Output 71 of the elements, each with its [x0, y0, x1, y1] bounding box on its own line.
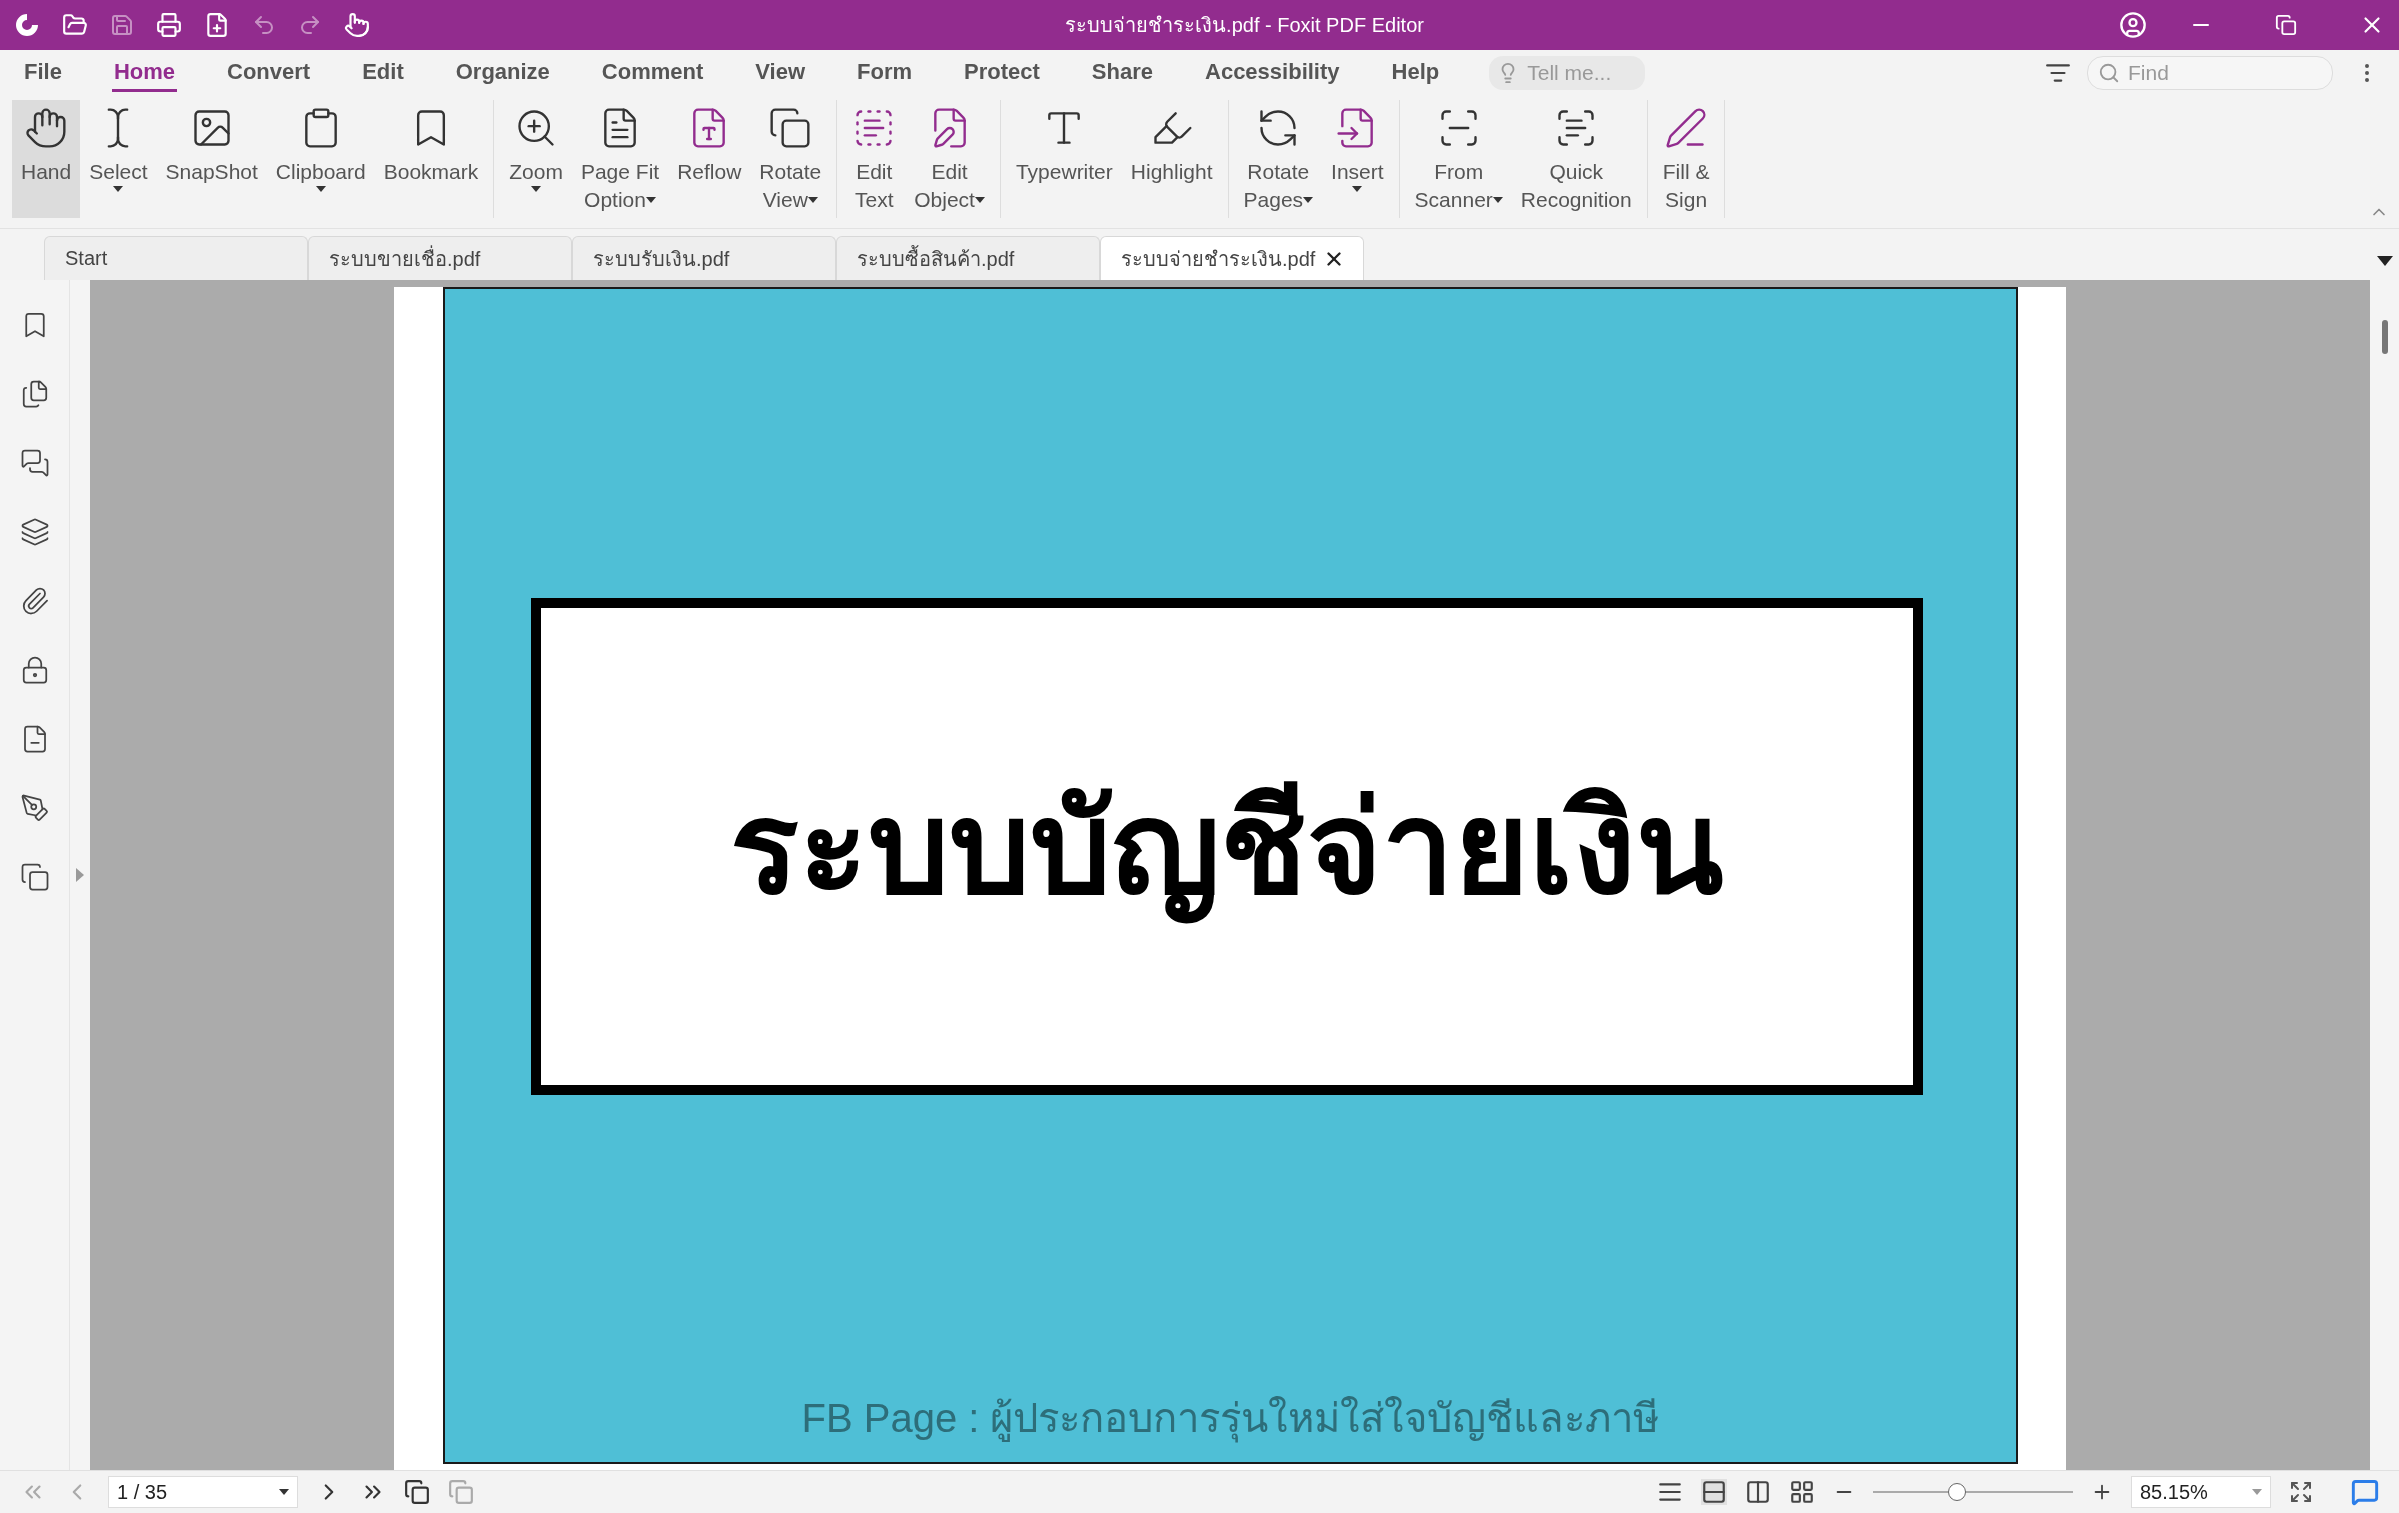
window-title: ระบบจ่ายชำระเงิน.pdf - Foxit PDF Editor — [1064, 13, 1425, 38]
document-tab[interactable]: Start — [44, 236, 308, 280]
dropdown-caret-icon — [2252, 1489, 2262, 1495]
zoom-field[interactable]: 85.15% — [2131, 1476, 2271, 1508]
ribbon-button[interactable]: Zoom — [500, 100, 572, 218]
menu-tab[interactable]: Comment — [599, 54, 706, 92]
ribbon-button[interactable]: Fill & Sign — [1653, 100, 1719, 218]
menu-tab[interactable]: Share — [1089, 54, 1155, 92]
layers-icon[interactable] — [19, 517, 50, 547]
open-folder-icon[interactable] — [62, 12, 88, 38]
ribbon-button[interactable]: Reflow — [668, 100, 751, 218]
ribbon-button[interactable]: Page Fit Option — [571, 100, 669, 218]
search-icon — [2098, 62, 2120, 84]
user-icon[interactable] — [2119, 11, 2147, 39]
hand-pointer-icon[interactable] — [344, 12, 370, 38]
menu-tab[interactable]: Help — [1389, 54, 1442, 92]
hand-icon — [24, 106, 69, 150]
slide-heading: ระบบบัญชีจ่ายเงิน — [729, 745, 1724, 948]
ribbon-button[interactable]: Quick Recognition — [1511, 100, 1641, 218]
ribbon-button[interactable]: Bookmark — [374, 100, 488, 218]
menu-tab[interactable]: Form — [855, 54, 915, 92]
previous-view-icon[interactable] — [404, 1479, 430, 1505]
ribbon-button[interactable]: Rotate Pages — [1234, 100, 1323, 218]
slide-footer: FB Page : ผู้ประกอบการรุ่นใหม่ใส่ใจบัญชีและภาษี — [801, 1386, 1660, 1450]
ribbon-button[interactable]: Typewriter — [1006, 100, 1122, 218]
continuous-page-icon[interactable] — [1701, 1479, 1727, 1505]
ribbon-button[interactable]: SnapShot — [156, 100, 267, 218]
document-tab[interactable]: ระบบซื้อสินค้า.pdf — [836, 236, 1100, 280]
menu-tab[interactable]: Organize — [453, 54, 552, 92]
document-tab[interactable]: ระบบขายเชื่อ.pdf — [308, 236, 572, 280]
menu-tab[interactable]: Home — [111, 54, 178, 92]
ribbon-button[interactable]: Edit Text — [843, 100, 906, 218]
continuous-facing-icon[interactable] — [1789, 1479, 1815, 1505]
pen-icon[interactable] — [19, 793, 50, 823]
chat-icon[interactable] — [2351, 1478, 2379, 1506]
save-icon[interactable] — [110, 13, 134, 37]
scrollbar-thumb[interactable] — [2381, 320, 2388, 354]
dropdown-caret-icon — [279, 1489, 289, 1495]
zoom-slider-thumb[interactable] — [1948, 1483, 1966, 1501]
page-number-field[interactable]: 1 / 35 — [108, 1476, 298, 1508]
app-logo-icon — [14, 12, 40, 38]
comments-icon[interactable] — [19, 448, 50, 478]
restore-icon[interactable] — [2275, 14, 2297, 36]
copy-icon[interactable] — [19, 862, 50, 892]
menu-tab[interactable]: File — [22, 54, 64, 92]
print-icon[interactable] — [156, 12, 182, 38]
document-tab[interactable]: ระบบรับเงิน.pdf — [572, 236, 836, 280]
menu-tab[interactable]: View — [753, 54, 808, 92]
expand-panel-icon[interactable] — [76, 868, 84, 882]
menu-tab[interactable]: Accessibility — [1203, 54, 1342, 92]
ribbon-button[interactable]: Highlight — [1121, 100, 1222, 218]
ribbon-button[interactable]: From Scanner — [1405, 100, 1512, 218]
document-tab[interactable]: ระบบจ่ายชำระเงิน.pdf — [1100, 236, 1364, 280]
facing-pages-icon[interactable] — [1745, 1479, 1771, 1505]
menu-tab[interactable]: Edit — [360, 54, 406, 92]
tell-me-placeholder: Tell me... — [1527, 61, 1612, 85]
fullscreen-icon[interactable] — [2289, 1480, 2313, 1504]
redo-icon[interactable] — [298, 13, 322, 37]
ribbon-button[interactable]: Edit Object — [905, 100, 994, 218]
ribbon-button[interactable]: Clipboard — [266, 100, 375, 218]
ribbon-button[interactable]: Hand — [12, 100, 81, 218]
undo-icon[interactable] — [252, 13, 276, 37]
tab-list-caret-icon[interactable] — [2377, 256, 2393, 266]
menu-tab[interactable]: Convert — [225, 54, 313, 92]
copy-icon — [768, 106, 813, 150]
ribbon-button[interactable]: Select — [80, 100, 157, 218]
new-file-icon[interactable] — [204, 12, 230, 38]
find-placeholder: Find — [2128, 61, 2169, 85]
menu-tab[interactable]: Protect — [962, 54, 1042, 92]
ribbon-button[interactable]: Insert — [1322, 100, 1393, 218]
ribbon-button[interactable]: Rotate View — [750, 100, 831, 218]
